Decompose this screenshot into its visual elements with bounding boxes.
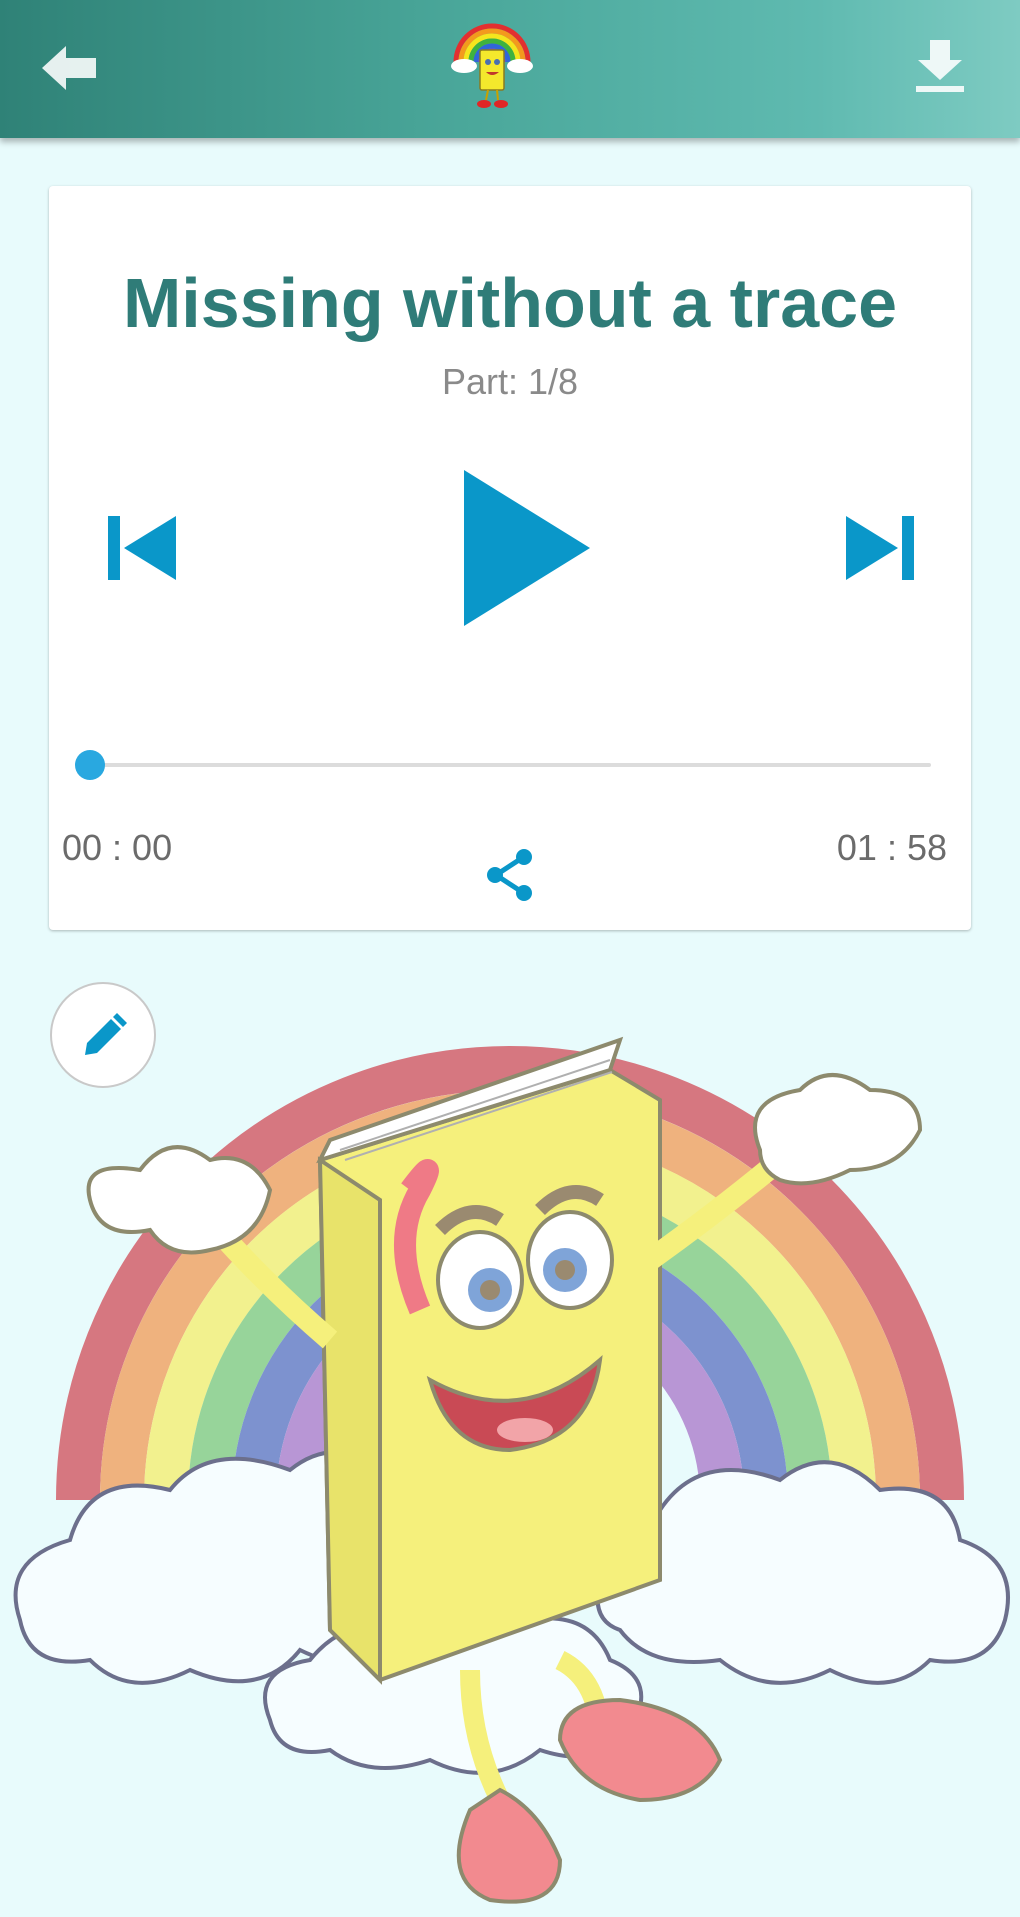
app-bar [0,0,1020,138]
share-icon[interactable] [484,848,536,902]
skip-next-icon[interactable] [842,512,918,584]
story-title: Missing without a trace [123,264,897,342]
part-indicator: Part: 1/8 [441,361,579,402]
pencil-icon [85,1013,127,1055]
seek-thumb[interactable] [75,750,105,780]
book-mascot-illustration [13,1036,1010,1904]
download-icon[interactable] [912,38,968,96]
total-time: 01 : 58 [836,827,947,868]
edit-button[interactable] [50,982,156,1088]
skip-previous-icon[interactable] [104,512,180,584]
current-time: 00 : 00 [62,827,173,868]
seek-bar[interactable] [88,763,931,767]
arrow-left-icon[interactable] [40,42,100,94]
app-logo-icon [451,23,533,108]
play-icon[interactable] [460,466,594,630]
